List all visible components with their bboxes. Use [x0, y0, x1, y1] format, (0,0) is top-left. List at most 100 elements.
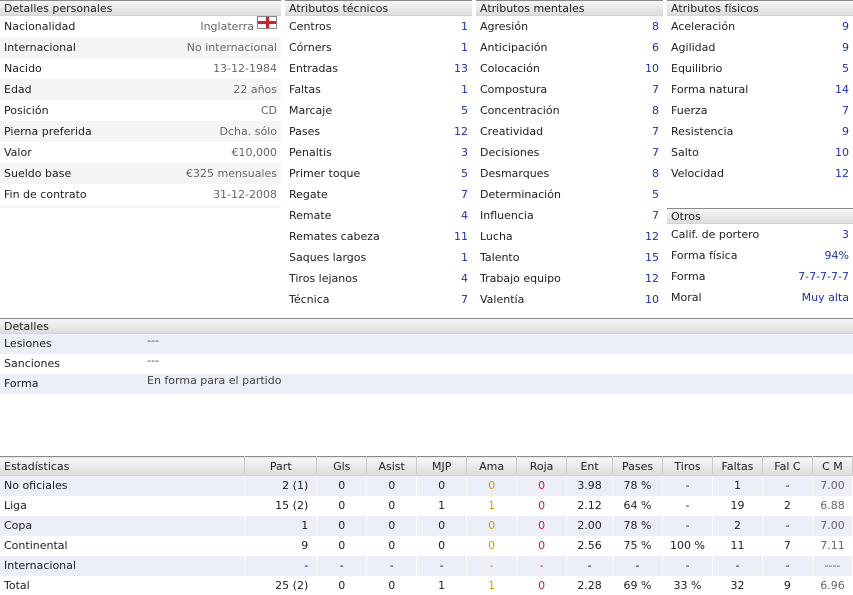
- stats-cell: -: [762, 555, 813, 576]
- attribute-row: Internacional No internacional: [0, 37, 281, 58]
- attribute-row: Compostura 7: [476, 79, 663, 100]
- stats-column-header[interactable]: Fal C: [762, 456, 813, 476]
- attribute-value: 3: [461, 146, 468, 159]
- attribute-label: Equilibrio: [671, 62, 723, 75]
- attribute-row: Decisiones 7: [476, 142, 663, 163]
- stats-cell: -: [366, 555, 418, 576]
- attribute-label: Forma: [671, 270, 706, 283]
- attribute-row: Desmarques 8: [476, 163, 663, 184]
- attribute-row: Faltas 1: [285, 79, 472, 100]
- attribute-label: Tiros lejanos: [289, 272, 358, 285]
- attribute-label: Nacionalidad: [4, 20, 76, 33]
- attribute-value: 12: [645, 272, 659, 285]
- stats-cell: 1: [712, 475, 763, 496]
- stats-column-header[interactable]: Ent: [566, 456, 614, 476]
- attribute-value: Muy alta: [801, 291, 849, 304]
- attribute-row: Pases 12: [285, 121, 472, 142]
- personal-details-panel: Detalles personales Nacionalidad Inglater…: [0, 0, 281, 208]
- stats-column-header[interactable]: Estadísticas: [0, 456, 246, 476]
- stats-cell: -: [762, 475, 813, 496]
- attribute-value: 1: [461, 83, 468, 96]
- stats-cell: 0: [516, 575, 568, 595]
- stats-cell: -: [662, 495, 713, 516]
- attribute-value: 3: [842, 228, 849, 241]
- attribute-value: 10: [645, 62, 659, 75]
- stats-cell: 0: [516, 515, 568, 536]
- attribute-value: 9: [842, 41, 849, 54]
- details-header: Detalles: [0, 318, 853, 334]
- stats-cell: 0: [416, 515, 468, 536]
- stats-column-header[interactable]: MJP: [416, 456, 468, 476]
- stats-row: Internacional - - - - - - - - - - - ----: [0, 555, 853, 576]
- attribute-label: Penaltis: [289, 146, 332, 159]
- details-label: Sanciones: [4, 357, 60, 370]
- attribute-value: 7: [652, 83, 659, 96]
- attribute-row: Equilibrio 5: [667, 58, 853, 79]
- physical-attributes-panel: Atributos físicos Aceleración 9 Agilidad 9 E…: [667, 0, 853, 190]
- attribute-label: Remate: [289, 209, 332, 222]
- attribute-label: Influencia: [480, 209, 534, 222]
- stats-cell: 15 (2): [244, 495, 318, 516]
- attribute-row: Nacionalidad Inglaterra: [0, 16, 281, 37]
- details-value: ---: [147, 334, 159, 347]
- attribute-label: Internacional: [4, 41, 76, 54]
- stats-cell: 9: [762, 575, 813, 595]
- attribute-value: 31-12-2008: [213, 188, 277, 201]
- stats-cell: 9: [244, 535, 318, 556]
- attribute-label: Decisiones: [480, 146, 540, 159]
- stats-column-header[interactable]: Gls: [316, 456, 368, 476]
- stats-row: No oficiales 2 (1) 0 0 0 0 0 3.98 78 % -1-7.00: [0, 475, 853, 496]
- stats-column-header[interactable]: Ama: [466, 456, 518, 476]
- details-row: Forma En forma para el partido: [0, 374, 853, 394]
- attribute-value: 9: [842, 125, 849, 138]
- details-row: Sanciones ---: [0, 354, 853, 374]
- stats-row: Continental 9 0 0 0 0 0 2.56 75 % 100 % 11 7 7.11: [0, 535, 853, 556]
- attribute-label: Pases: [289, 125, 321, 138]
- stats-cell: -: [244, 555, 318, 576]
- stats-column-header[interactable]: Part: [244, 456, 318, 476]
- attribute-value: 12: [645, 230, 659, 243]
- attribute-value: 7: [461, 293, 468, 306]
- attribute-value: 11: [454, 230, 468, 243]
- stats-column-header[interactable]: Faltas: [712, 456, 763, 476]
- stats-column-header[interactable]: Pases: [612, 456, 664, 476]
- stats-cell: -: [762, 515, 813, 536]
- attribute-label: Posición: [4, 104, 49, 117]
- stats-cell: 78 %: [612, 475, 664, 496]
- attribute-value: 4: [461, 209, 468, 222]
- attribute-row: Valor €10,000: [0, 142, 281, 163]
- attribute-label: Aceleración: [671, 20, 736, 33]
- attribute-row: Penaltis 3: [285, 142, 472, 163]
- attribute-label: Forma física: [671, 249, 738, 262]
- attribute-label: Córners: [289, 41, 332, 54]
- stats-cell: 0: [516, 475, 568, 496]
- stats-cell: 32: [712, 575, 763, 595]
- other-attributes-header: Otros: [667, 208, 853, 224]
- stats-cell: 64 %: [612, 495, 664, 516]
- attribute-value: Inglaterra: [200, 20, 254, 33]
- attribute-value: Dcha. sólo: [219, 125, 277, 138]
- stats-cell: 11: [712, 535, 763, 556]
- stats-column-header[interactable]: Asist: [366, 456, 418, 476]
- stats-cell: 1: [466, 495, 518, 516]
- stats-column-header[interactable]: Roja: [516, 456, 568, 476]
- stats-competition-name: Internacional: [0, 555, 246, 576]
- attribute-value: 8: [652, 167, 659, 180]
- technical-attributes-panel: Atributos técnicos Centros 1 Córners 1 Entra…: [285, 0, 472, 306]
- attribute-row: Lucha 12: [476, 226, 663, 247]
- stats-cell: 78 %: [612, 515, 664, 536]
- stats-column-header[interactable]: Tiros: [662, 456, 713, 476]
- stats-column-header[interactable]: C M: [812, 456, 853, 476]
- attribute-label: Valentía: [480, 293, 525, 306]
- attribute-label: Marcaje: [289, 104, 333, 117]
- attribute-row: Calif. de portero 3: [667, 224, 853, 245]
- stats-cell: 2: [762, 495, 813, 516]
- attribute-value: 5: [461, 104, 468, 117]
- attribute-row: Centros 1: [285, 16, 472, 37]
- attribute-row: Valentía 10: [476, 289, 663, 310]
- stats-cell: 2.56: [566, 535, 614, 556]
- stats-cell: 0: [516, 495, 568, 516]
- stats-cell: 0: [316, 535, 368, 556]
- attribute-value: €325 mensuales: [186, 167, 277, 180]
- attribute-value: CD: [260, 104, 277, 117]
